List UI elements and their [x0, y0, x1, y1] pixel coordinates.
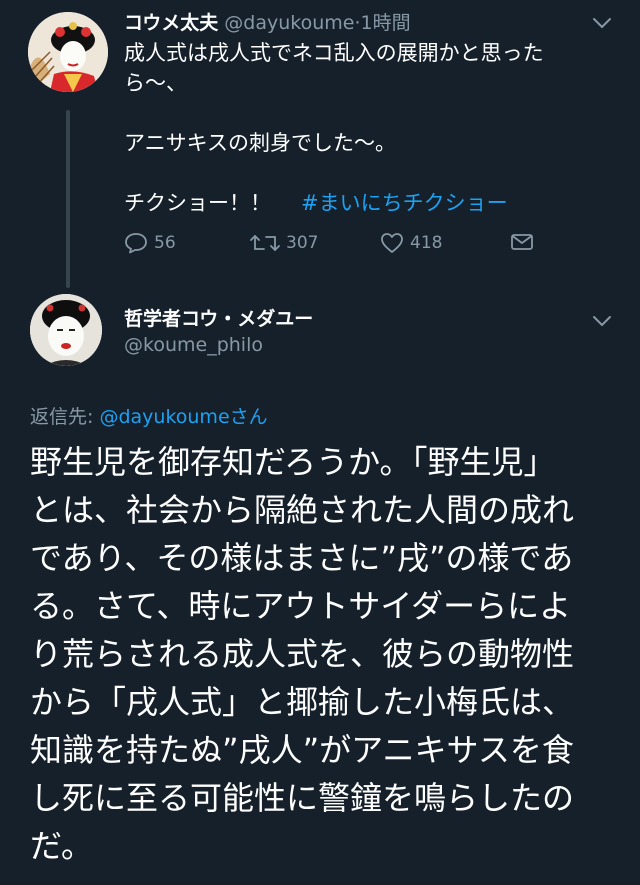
reply-suffix: さん [229, 406, 268, 428]
hashtag-link[interactable]: #まいにちチクショー [301, 191, 508, 215]
reply-mention-link[interactable]: @dayukoume [99, 406, 229, 428]
thread-connector-line [66, 110, 70, 288]
like-button[interactable]: 418 [380, 232, 442, 254]
retweet-count: 307 [286, 233, 319, 253]
tweet2-line: から「戌人式」と揶揄した小梅氏は、 [30, 683, 575, 721]
avatar-dayukoume[interactable] [28, 12, 108, 92]
tweet1-text: 成人式は戌人式でネコ乱入の展開かと思った ら〜、 アニサキスの刺身でした〜。 チ… [124, 38, 594, 218]
reply-icon [125, 233, 147, 254]
direct-message-icon [511, 234, 533, 250]
reply-button[interactable]: 56 [124, 232, 176, 254]
retweet-button[interactable]: 307 [250, 232, 318, 254]
like-count: 418 [410, 233, 443, 253]
avatar-image [30, 294, 102, 366]
tweet1-action-bar: 56 307 418 [124, 232, 544, 260]
tweet2-text: 野生児を御存知だろうか。「野生児」 とは、社会から隔絶された人間の成れ であり、… [30, 438, 620, 870]
chevron-down-icon[interactable] [591, 16, 613, 30]
chevron-down-icon[interactable] [591, 314, 613, 328]
tweet2-line: し死に至る可能性に警鐘を鳴らしたの [30, 779, 575, 817]
tweet1-time[interactable]: 1時間 [361, 12, 411, 34]
tweet1-line-with-hashtag: チクショー！！ #まいにちチクショー [124, 188, 594, 218]
tweet2-line: であり、その様はまさに”戌”の様であ [30, 539, 574, 577]
tweet1-line: アニサキスの刺身でした〜。 [124, 131, 396, 155]
direct-message-button[interactable] [510, 232, 540, 252]
tweet2-display-name[interactable]: 哲学者コウ・メダユー [124, 304, 313, 331]
avatar-image [28, 12, 108, 92]
tweet1-handle[interactable]: @dayukoume [224, 12, 354, 34]
tweet2-handle[interactable]: @koume_philo [124, 334, 263, 356]
tweet1-display-name[interactable]: コウメ太夫 [124, 12, 218, 34]
tweet2-line: る。さて、時にアウトサイダーらによ [30, 587, 572, 625]
retweet-icon [250, 235, 280, 251]
tweet2-line: 知識を持たぬ”戌人”がアニキサスを食 [30, 731, 574, 769]
tweet2-line: だ。 [30, 827, 94, 865]
tweet2-line: り荒らされる成人式を、彼らの動物性 [30, 635, 575, 673]
like-icon [381, 233, 403, 253]
tweet1-line: ら〜、 [124, 71, 187, 95]
reply-label: 返信先: [30, 406, 94, 428]
tweet2-line: 野生児を御存知だろうか。「野生児」 [30, 443, 556, 481]
tweet1-header: コウメ太夫 @dayukoume·1時間 [124, 8, 411, 35]
tweet1-text-chikusho: チクショー！！ [124, 191, 271, 215]
tweet2-line: とは、社会から隔絶された人間の成れ [30, 491, 575, 529]
avatar-koume-philo[interactable] [30, 294, 102, 366]
tweet1-line: 成人式は戌人式でネコ乱入の展開かと思った [124, 41, 544, 65]
reply-context: 返信先: @dayukoumeさん [30, 402, 268, 429]
reply-count: 56 [154, 233, 176, 253]
